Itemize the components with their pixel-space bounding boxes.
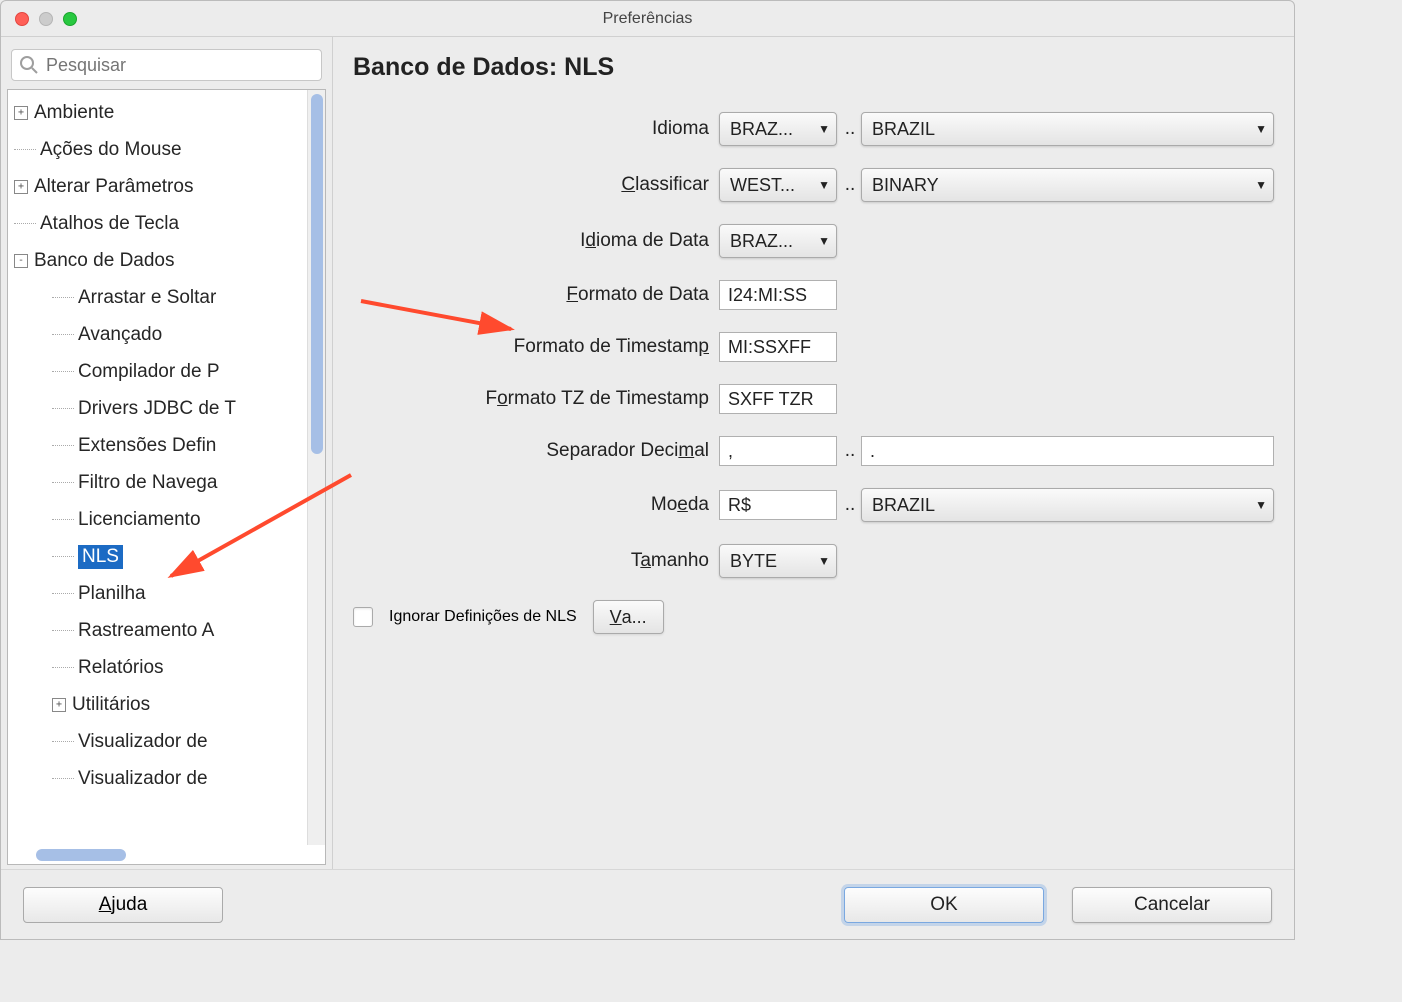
tree-vscrollbar[interactable] <box>307 90 325 845</box>
dialog-footer: Ajuda OK Cancelar <box>1 869 1294 939</box>
maximize-icon[interactable] <box>63 12 77 26</box>
combo-tamanho[interactable]: BYTE▼ <box>719 544 837 578</box>
chevron-down-icon: ▼ <box>818 234 830 248</box>
sep-dots: .. <box>839 118 861 140</box>
search-icon <box>19 55 39 75</box>
label-formato-data: Formato de Data <box>349 284 719 306</box>
tree-item[interactable]: Visualizador de <box>8 723 307 760</box>
tree-item[interactable]: Planilha <box>8 575 307 612</box>
close-icon[interactable] <box>15 12 29 26</box>
chevron-down-icon: ▼ <box>818 122 830 136</box>
tree-item-label: Visualizador de <box>78 768 208 790</box>
label-idioma-data: Idioma de Data <box>349 230 719 252</box>
tree-item[interactable]: Atalhos de Tecla <box>8 205 307 242</box>
tree-container: + Ambiente Ações do Mouse + Alterar Parâmetr… <box>7 89 326 846</box>
label-idioma: Idioma <box>349 118 719 140</box>
chevron-down-icon: ▼ <box>1255 498 1267 512</box>
tree-item-label: Planilha <box>78 583 146 605</box>
input-sep-decimal-b[interactable] <box>861 436 1274 466</box>
tree-item-label: Ambiente <box>34 102 114 124</box>
tree-item[interactable]: Extensões Defin <box>8 427 307 464</box>
chevron-down-icon: ▼ <box>1255 122 1267 136</box>
tree-item[interactable]: Licenciamento <box>8 501 307 538</box>
tree-item-label: Visualizador de <box>78 731 208 753</box>
tree-item-label: Licenciamento <box>78 509 201 531</box>
tree-item-label: Utilitários <box>72 694 150 716</box>
tree-item[interactable]: + Utilitários <box>8 686 307 723</box>
expand-icon[interactable]: + <box>52 698 66 712</box>
traffic-lights <box>15 12 77 26</box>
combo-idioma-territory[interactable]: BRAZIL▼ <box>861 112 1274 146</box>
sep-dots: .. <box>839 174 861 196</box>
tree-item[interactable]: + Alterar Parâmetros <box>8 168 307 205</box>
collapse-icon[interactable]: - <box>14 254 28 268</box>
label-sep-decimal: Separador Decimal <box>349 440 719 462</box>
tree-item-label: Banco de Dados <box>34 250 175 272</box>
label-ignore-nls: Ignorar Definições de NLS <box>389 608 577 626</box>
tree-item[interactable]: Filtro de Navega <box>8 464 307 501</box>
preferences-tree[interactable]: + Ambiente Ações do Mouse + Alterar Parâmetr… <box>8 90 307 845</box>
input-formato-ts[interactable] <box>719 332 837 362</box>
left-panel: + Ambiente Ações do Mouse + Alterar Parâmetr… <box>1 37 333 869</box>
expand-icon[interactable]: + <box>14 106 28 120</box>
tree-item-label: NLS <box>78 545 123 569</box>
combo-classificar-sort[interactable]: BINARY▼ <box>861 168 1274 202</box>
tree-item-label: Compilador de P <box>78 361 220 383</box>
tree-item-label: Filtro de Navega <box>78 472 217 494</box>
tree-item[interactable]: + Ambiente <box>8 94 307 131</box>
ok-button[interactable]: OK <box>844 887 1044 923</box>
tree-item[interactable]: Rastreamento A <box>8 612 307 649</box>
input-formato-data[interactable] <box>719 280 837 310</box>
combo-idioma-data[interactable]: BRAZ...▼ <box>719 224 837 258</box>
tree-item[interactable]: Ações do Mouse <box>8 131 307 168</box>
tree-hscrollbar[interactable] <box>7 845 326 865</box>
tree-item-label: Alterar Parâmetros <box>34 176 193 198</box>
cancel-button[interactable]: Cancelar <box>1072 887 1272 923</box>
button-va[interactable]: Va... <box>593 600 664 634</box>
tree-item[interactable]: Compilador de P <box>8 353 307 390</box>
tree-item-label: Avançado <box>78 324 162 346</box>
chevron-down-icon: ▼ <box>1255 178 1267 192</box>
tree-item-label: Drivers JDBC de T <box>78 398 236 420</box>
label-formato-ts: Formato de Timestamp <box>349 336 719 358</box>
page-title: Banco de Dados: NLS <box>353 53 1274 82</box>
tree-item[interactable]: Relatórios <box>8 649 307 686</box>
combo-idioma[interactable]: BRAZ...▼ <box>719 112 837 146</box>
expand-icon[interactable]: + <box>14 180 28 194</box>
tree-item[interactable]: Visualizador de <box>8 760 307 797</box>
tree-item[interactable]: Arrastar e Soltar <box>8 279 307 316</box>
tree-item[interactable]: -Banco de Dados <box>8 242 307 279</box>
combo-moeda-territory[interactable]: BRAZIL▼ <box>861 488 1274 522</box>
tree-item-label: Extensões Defin <box>78 435 216 457</box>
search-input[interactable] <box>11 49 322 81</box>
input-sep-decimal-a[interactable] <box>719 436 837 466</box>
label-formato-tz: Formato TZ de Timestamp <box>349 388 719 410</box>
preferences-window: Preferências + Ambiente Ações do Mouse + Alt… <box>0 0 1295 940</box>
search-field-wrap <box>11 49 322 81</box>
titlebar: Preferências <box>1 1 1294 37</box>
tree-item[interactable]: Drivers JDBC de T <box>8 390 307 427</box>
label-classificar: Classificar <box>349 174 719 196</box>
chevron-down-icon: ▼ <box>818 178 830 192</box>
tree-item[interactable]: NLS <box>8 538 307 575</box>
checkbox-ignore-nls[interactable] <box>353 607 373 627</box>
window-title: Preferências <box>1 10 1294 28</box>
sep-dots: .. <box>839 440 861 462</box>
label-tamanho: Tamanho <box>349 550 719 572</box>
tree-item-label: Rastreamento A <box>78 620 214 642</box>
tree-item[interactable]: Avançado <box>8 316 307 353</box>
label-moeda: Moeda <box>349 494 719 516</box>
combo-classificar[interactable]: WEST...▼ <box>719 168 837 202</box>
tree-item-label: Arrastar e Soltar <box>78 287 216 309</box>
tree-item-label: Atalhos de Tecla <box>40 213 179 235</box>
minimize-icon[interactable] <box>39 12 53 26</box>
sep-dots: .. <box>839 494 861 516</box>
settings-panel: Banco de Dados: NLS Idioma BRAZ...▼ .. B… <box>333 37 1294 869</box>
tree-item-label: Relatórios <box>78 657 164 679</box>
chevron-down-icon: ▼ <box>818 554 830 568</box>
input-formato-tz[interactable] <box>719 384 837 414</box>
tree-item-label: Ações do Mouse <box>40 139 182 161</box>
input-moeda[interactable] <box>719 490 837 520</box>
help-button[interactable]: Ajuda <box>23 887 223 923</box>
